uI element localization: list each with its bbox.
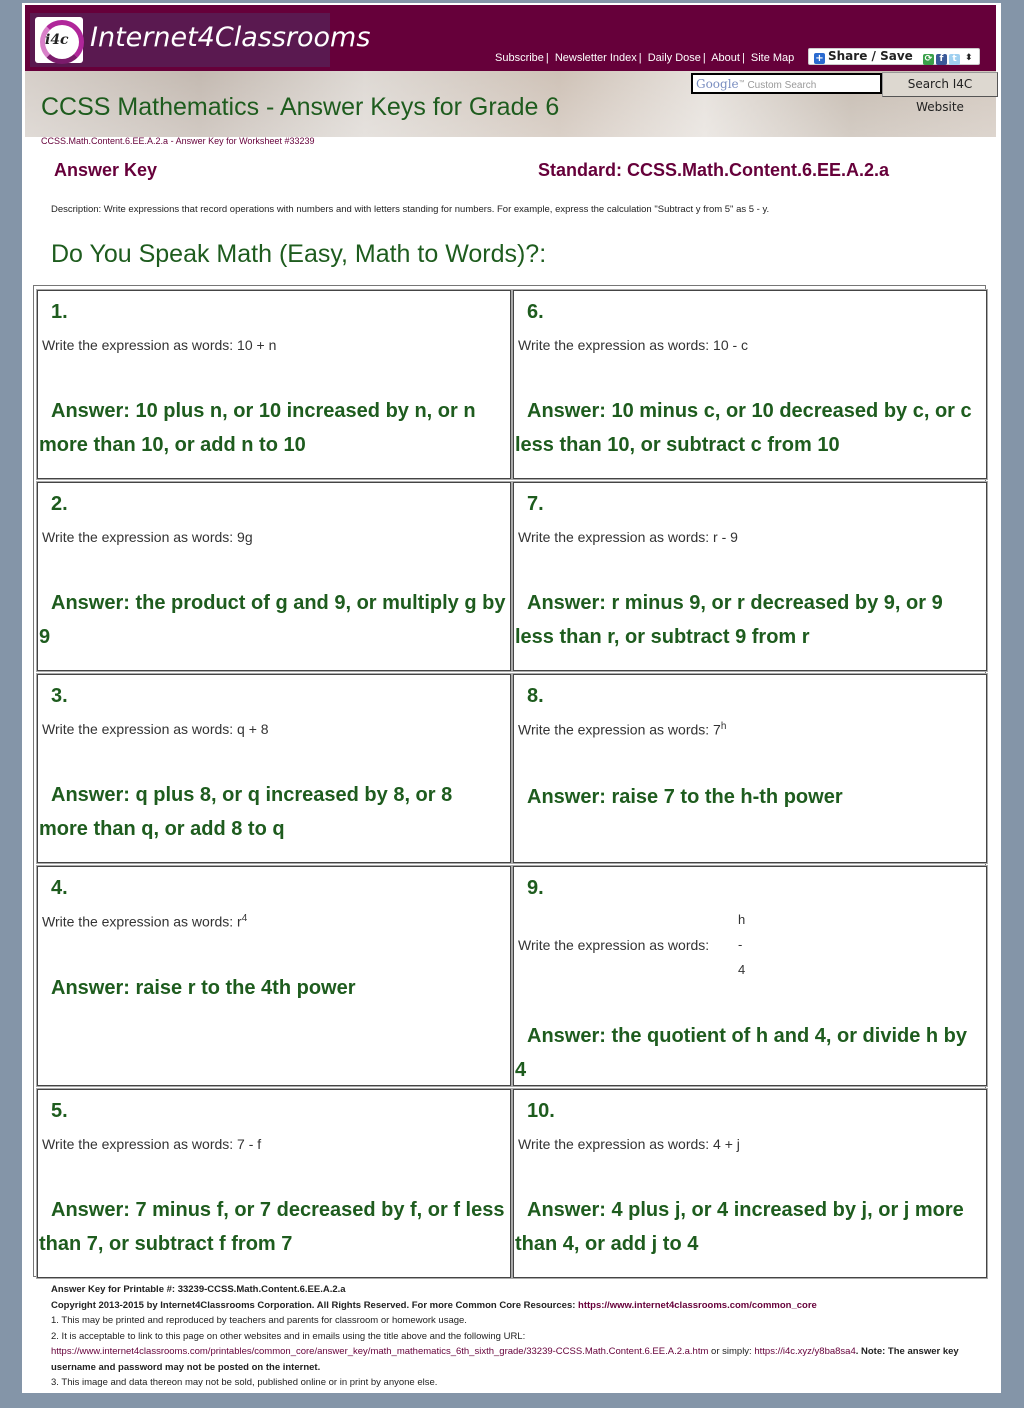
question-number: 2. [51,493,68,515]
section-title: Do You Speak Math (Easy, Math to Words)?… [51,240,547,268]
expression: 10 - c [713,337,749,353]
description: Description: Write expressions that reco… [51,204,770,215]
nav-site-map[interactable]: Site Map [751,52,794,64]
breadcrumb[interactable]: CCSS.Math.Content.6.EE.A.2.a - Answer Ke… [41,136,314,146]
question-cell-2: 2. Write the expression as words: 9g Ans… [36,481,512,672]
fraction-numerator: h [738,912,746,927]
expression: 9g [237,529,253,545]
share-icon[interactable]: ⟳ [922,54,934,65]
standard-heading: Standard: CCSS.Math.Content.6.EE.A.2.a [538,160,890,180]
answer-key-heading: Answer Key [54,160,158,180]
question-number: 10. [527,1100,555,1122]
question-number: 3. [51,685,68,707]
answer-text: Answer: 7 minus f, or 7 decreased by f, … [39,1199,505,1255]
hero-banner: Google™ Custom Search Search I4C Website… [25,71,998,137]
footer: Answer Key for Printable #: 33239-CCSS.M… [51,1282,991,1391]
question-prompt: Write the expression as words: 4 + j [518,1136,740,1152]
question-number: 1. [51,301,68,323]
expression: r - 9 [713,529,738,545]
top-banner: i4c Internet4Classrooms Subscribe | Newsl… [25,5,996,71]
answer-grid: 1. Write the expression as words: 10 + n… [33,285,988,1279]
search-placeholder: Custom Search [747,80,817,91]
question-cell-1: 1. Write the expression as words: 10 + n… [36,289,512,480]
usage-note-3: 3. This image and data thereon may not b… [51,1377,438,1388]
share-label: Share / Save [828,49,913,63]
facebook-icon[interactable]: f [935,54,947,65]
expression: 4 + j [713,1136,740,1152]
common-core-link[interactable]: https://www.internet4classrooms.com/comm… [578,1300,817,1311]
question-number: 4. [51,877,68,899]
nav-daily-dose[interactable]: Daily Dose [648,52,701,64]
question-prompt: Write the expression as words: 10 - c [518,337,749,353]
question-cell-8: 8. Write the expression as words: 7h Ans… [512,673,988,864]
answer-text: Answer: r minus 9, or r decreased by 9, … [515,592,943,648]
question-number: 7. [527,493,544,515]
answer-text: Answer: the quotient of h and 4, or divi… [515,1025,968,1081]
dropdown-arrows-icon[interactable]: ⬍ [965,53,973,63]
search-input[interactable]: Google™ Custom Search [691,73,882,94]
logo-emblem-icon: i4c [35,17,84,64]
answer-text: Answer: 10 plus n, or 10 increased by n,… [39,400,476,456]
expression-exponent: 4 [241,913,248,924]
expression: 7 - f [237,1136,262,1152]
page-title: CCSS Mathematics - Answer Keys for Grade… [41,93,560,121]
question-prompt: Write the expression as words: 9g [42,529,253,545]
expression: q + 8 [237,721,269,737]
question-prompt: Write the expression as words: [518,937,710,953]
fraction-denominator: 4 [738,962,746,977]
share-save-button[interactable]: + Share / Save ⟳ f t ⬍ [808,48,980,65]
plus-icon: + [814,53,825,64]
question-number: 8. [527,685,544,707]
usage-note-2: 2. It is acceptable to link to this page… [51,1330,526,1342]
twitter-icon[interactable]: t [948,54,960,65]
logo-text: Internet4Classrooms [90,22,371,53]
short-url-link[interactable]: https://i4c.xyz/y8ba8sa4 [754,1346,855,1357]
question-cell-10: 10. Write the expression as words: 4 + j… [512,1088,988,1279]
question-prompt: Write the expression as words: 7 - f [42,1136,262,1152]
top-nav: Subscribe | Newsletter Index | Daily Dose |… [495,52,795,64]
answer-text: Answer: q plus 8, or q increased by 8, o… [39,784,453,840]
question-number: 6. [527,301,544,323]
question-prompt: Write the expression as words: 10 + n [42,337,277,353]
question-cell-4: 4. Write the expression as words: r4 Ans… [36,865,512,1087]
question-cell-9: 9. Write the expression as words: h - 4 … [512,865,988,1087]
expression: 10 + n [237,337,277,353]
usage-note-1: 1. This may be printed and reproduced by… [51,1315,467,1326]
question-cell-5: 5. Write the expression as words: 7 - f … [36,1088,512,1279]
answer-text: Answer: 10 minus c, or 10 decreased by c… [515,400,972,456]
answer-text: Answer: 4 plus j, or 4 increased by j, o… [515,1199,964,1255]
page: i4c Internet4Classrooms Subscribe | Newsl… [22,3,1001,1393]
question-number: 9. [527,877,544,899]
question-prompt: Write the expression as words: q + 8 [42,721,269,737]
nav-newsletter-index[interactable]: Newsletter Index [555,52,637,64]
google-brand: Google [696,77,739,91]
question-number: 5. [51,1100,68,1122]
search-button[interactable]: Search I4C Website [882,72,998,114]
printable-id: Answer Key for Printable #: 33239-CCSS.M… [51,1284,346,1295]
question-prompt: Write the expression as words: 7h [518,721,727,738]
nav-about[interactable]: About [711,52,740,64]
question-cell-3: 3. Write the expression as words: q + 8 … [36,673,512,864]
site-logo[interactable]: i4c Internet4Classrooms [30,13,370,67]
question-prompt: Write the expression as words: r4 [42,913,248,930]
copyright: Copyright 2013-2015 by Internet4Classroo… [51,1299,817,1311]
question-cell-7: 7. Write the expression as words: r - 9 … [512,481,988,672]
question-prompt: Write the expression as words: r - 9 [518,529,738,545]
url-note: https://www.internet4classrooms.com/prin… [51,1346,959,1373]
question-cell-6: 6. Write the expression as words: 10 - c… [512,289,988,480]
expression-exponent: h [720,721,727,732]
nav-subscribe[interactable]: Subscribe [495,52,544,64]
answer-text: Answer: raise 7 to the h-th power [527,786,843,808]
fraction-bar: - [738,937,743,952]
answer-text: Answer: raise r to the 4th power [51,977,356,999]
long-url-link[interactable]: https://www.internet4classrooms.com/prin… [51,1346,708,1357]
answer-text: Answer: the product of g and 9, or multi… [39,592,506,648]
expression-base: 7 [713,721,721,738]
